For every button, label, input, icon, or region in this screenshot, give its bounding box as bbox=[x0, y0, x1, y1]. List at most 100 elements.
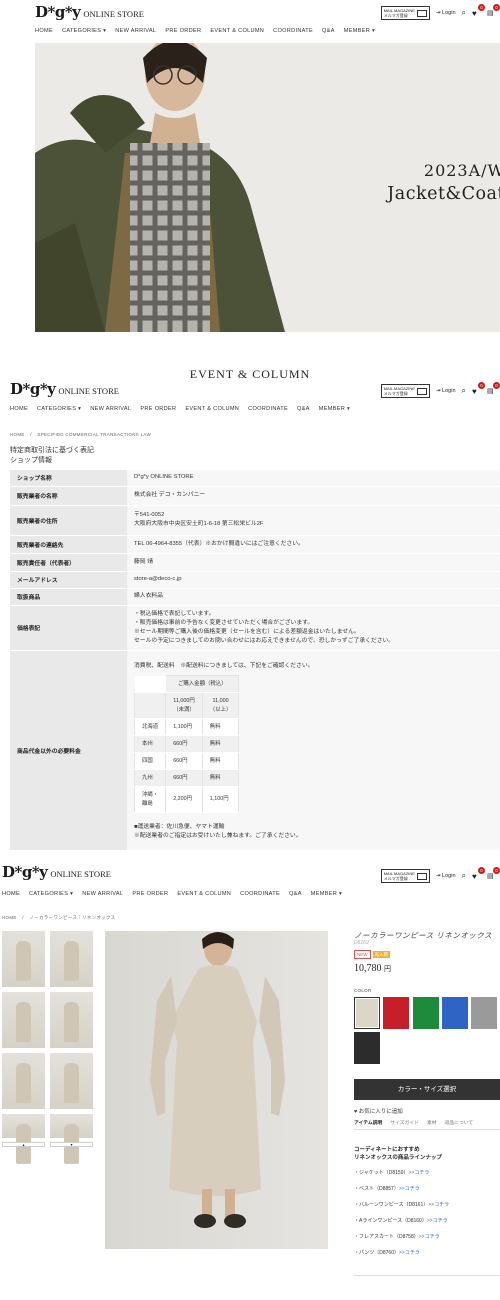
col-under-label: （未満） bbox=[173, 706, 195, 713]
nav-categories[interactable]: CATEGORIES ▾ bbox=[29, 891, 73, 897]
color-swatch-black[interactable] bbox=[354, 1032, 380, 1064]
nav-new-arrival[interactable]: NEW ARRIVAL bbox=[82, 891, 123, 897]
favorites-icon[interactable]: ♥ 0 bbox=[472, 866, 485, 881]
nav-home[interactable]: HOME bbox=[2, 891, 20, 897]
price-note: ・税込価格で表記しています。 bbox=[134, 610, 215, 617]
table-row: 商品代金以外の必要料金 消費税、配送料 ※配送料につきましては、下記をご確認くだ… bbox=[10, 650, 500, 851]
nav-event-column[interactable]: EVENT & COLUMN bbox=[210, 28, 264, 34]
nav-home[interactable]: HOME bbox=[10, 406, 28, 412]
nav-pre-order[interactable]: PRE ORDER bbox=[165, 28, 201, 34]
favorites-icon[interactable]: ♥ 0 bbox=[472, 3, 485, 18]
nav-pre-order[interactable]: PRE ORDER bbox=[132, 891, 168, 897]
coord-title: コーディネートにおすすめ bbox=[354, 1147, 420, 1153]
nav-event-column[interactable]: EVENT & COLUMN bbox=[177, 891, 231, 897]
nav-coordinate[interactable]: COORDINATE bbox=[240, 891, 280, 897]
cart-icon[interactable]: ▤ 0 bbox=[487, 3, 500, 18]
list-item: ・フレアスカート（D8758）>>コチラ bbox=[354, 1233, 440, 1240]
product-thumbnail[interactable] bbox=[50, 1114, 93, 1164]
login-link[interactable]: ⇥ Login bbox=[436, 10, 456, 16]
logo[interactable]: D*g*y ONLINE STORE bbox=[35, 3, 144, 21]
tab-returns[interactable]: 返品について bbox=[445, 1119, 474, 1126]
row-value: 婦人衣料品 bbox=[127, 588, 500, 606]
product-thumbnail[interactable] bbox=[2, 1053, 45, 1109]
add-favorite-button[interactable]: ♥ お気に入りに追加 bbox=[354, 1107, 403, 1115]
breadcrumb-home[interactable]: HOME bbox=[10, 432, 25, 437]
logo[interactable]: D*g*y ONLINE STORE bbox=[2, 863, 111, 881]
region: 沖縄・ 離島 bbox=[133, 786, 167, 813]
search-icon[interactable]: ⌕ bbox=[462, 8, 466, 18]
main-nav: HOME CATEGORIES ▾ NEW ARRIVAL PRE ORDER … bbox=[2, 891, 351, 897]
product-thumbnail[interactable] bbox=[50, 1053, 93, 1109]
mail-magazine-button[interactable]: MAIL MAGAZINE メルマガ登録 bbox=[380, 869, 430, 883]
product-tags: NEW 再入荷 bbox=[354, 950, 392, 959]
color-swatch-gray[interactable] bbox=[471, 997, 497, 1029]
gallery-next-button[interactable]: ▾ bbox=[50, 1142, 93, 1147]
gallery-prev-button[interactable]: ▴ bbox=[2, 1142, 45, 1147]
item-link[interactable]: >>コチラ bbox=[399, 1186, 420, 1192]
nav-categories[interactable]: CATEGORIES ▾ bbox=[37, 406, 81, 412]
restock-badge: 再入荷 bbox=[372, 951, 390, 958]
tab-size-guide[interactable]: サイズガイド bbox=[390, 1119, 419, 1126]
login-label: Login bbox=[442, 388, 456, 394]
logo[interactable]: D*g*y ONLINE STORE bbox=[10, 380, 119, 398]
item-link[interactable]: >>コチラ bbox=[428, 1202, 449, 1208]
favorites-icon[interactable]: ♥ 0 bbox=[472, 381, 485, 396]
cart-icon[interactable]: ▤ 0 bbox=[487, 866, 500, 881]
nav-coordinate[interactable]: COORDINATE bbox=[273, 28, 313, 34]
col-over: 11,000 （以上） bbox=[201, 692, 240, 719]
color-swatch-green[interactable] bbox=[413, 997, 439, 1029]
nav-event-column[interactable]: EVENT & COLUMN bbox=[185, 406, 239, 412]
carrier-note: ※配送業者のご指定はお受けいたし兼ねます。ご了承ください。 bbox=[134, 833, 302, 839]
item-link[interactable]: >>コチラ bbox=[409, 1170, 430, 1176]
tab-item-description[interactable]: アイテム説明 bbox=[354, 1119, 382, 1126]
nav-member[interactable]: MEMBER ▾ bbox=[344, 28, 375, 34]
hero-banner[interactable]: 2023A/W Jacket&Coat bbox=[35, 43, 500, 332]
item-link[interactable]: >>コチラ bbox=[399, 1250, 420, 1256]
mail-magazine-button[interactable]: MAIL MAGAZINE メルマガ登録 bbox=[380, 6, 430, 20]
login-link[interactable]: ⇥ Login bbox=[436, 388, 456, 394]
product-thumbnail[interactable] bbox=[2, 1114, 45, 1164]
product-thumbnail[interactable] bbox=[50, 931, 93, 987]
email-value[interactable]: store-a@deco-c.jp bbox=[127, 571, 500, 589]
nav-categories[interactable]: CATEGORIES ▾ bbox=[62, 28, 106, 34]
postal-code: 〒541-0052 bbox=[134, 512, 165, 518]
item-link[interactable]: >>コチラ bbox=[427, 1218, 448, 1224]
nav-qa[interactable]: Q&A bbox=[289, 891, 302, 897]
color-swatch-natural[interactable] bbox=[354, 997, 380, 1029]
cart-icon[interactable]: ▤ 0 bbox=[487, 381, 500, 396]
row-key: 販売業者の名称 bbox=[10, 486, 127, 506]
item-link[interactable]: >>コチラ bbox=[419, 1234, 440, 1240]
product-thumbnail[interactable] bbox=[50, 992, 93, 1048]
nav-new-arrival[interactable]: NEW ARRIVAL bbox=[115, 28, 156, 34]
product-thumbnail[interactable] bbox=[2, 931, 45, 987]
logo-text: ONLINE STORE bbox=[83, 9, 144, 19]
product-thumbnail[interactable] bbox=[2, 992, 45, 1048]
hero-title: 2023A/W Jacket&Coat bbox=[335, 161, 500, 204]
mail-magazine-button[interactable]: MAIL MAGAZINE メルマガ登録 bbox=[380, 384, 430, 398]
nav-home[interactable]: HOME bbox=[35, 28, 53, 34]
fee-under: 2,200円 bbox=[165, 786, 203, 813]
nav-new-arrival[interactable]: NEW ARRIVAL bbox=[90, 406, 131, 412]
search-icon[interactable]: ⌕ bbox=[462, 871, 466, 881]
color-swatch-red[interactable] bbox=[383, 997, 409, 1029]
region: 本州 bbox=[133, 735, 167, 753]
nav-coordinate[interactable]: COORDINATE bbox=[248, 406, 288, 412]
nav-member[interactable]: MEMBER ▾ bbox=[311, 891, 342, 897]
nav-qa[interactable]: Q&A bbox=[322, 28, 335, 34]
nav-qa[interactable]: Q&A bbox=[297, 406, 310, 412]
nav-member[interactable]: MEMBER ▾ bbox=[319, 406, 350, 412]
tab-material[interactable]: 素材 bbox=[427, 1119, 437, 1126]
divider bbox=[354, 1275, 500, 1276]
fee-over: 無料 bbox=[201, 718, 240, 736]
login-link[interactable]: ⇥ Login bbox=[436, 873, 456, 879]
cart-count: 0 bbox=[493, 381, 500, 389]
search-icon[interactable]: ⌕ bbox=[462, 386, 466, 396]
color-swatch-blue[interactable] bbox=[442, 997, 468, 1029]
product-name: ノーカラーワンピース リネンオックス bbox=[354, 931, 492, 940]
select-color-size-button[interactable]: カラー・サイズ選択 bbox=[354, 1079, 500, 1100]
nav-pre-order[interactable]: PRE ORDER bbox=[140, 406, 176, 412]
breadcrumb-home[interactable]: HOME bbox=[2, 915, 17, 920]
swatch-fill bbox=[356, 999, 378, 1027]
region: 九州 bbox=[133, 769, 167, 787]
product-main-image[interactable] bbox=[105, 931, 328, 1249]
